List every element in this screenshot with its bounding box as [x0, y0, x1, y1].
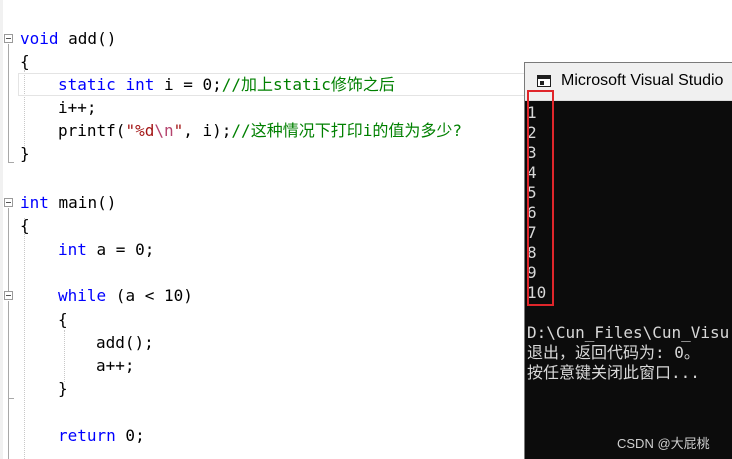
editor-gutter [0, 0, 3, 459]
printf-args: , i); [183, 121, 232, 140]
keyword-return: return [58, 426, 116, 445]
escape-sequence: \n [154, 121, 174, 140]
code-line-declaration-a: int a = 0; [58, 238, 154, 261]
keyword-int: int [125, 75, 155, 94]
keyword-int: int [20, 193, 49, 212]
string-literal-end: " [173, 121, 184, 140]
code-line-main-signature: int main() [20, 191, 116, 214]
code-line-while: while (a < 10) [58, 284, 193, 307]
code-line-call-add: add(); [96, 333, 154, 352]
console-exit-line: 退出，返回代码为: 0。 [527, 343, 700, 362]
function-printf: printf( [58, 121, 126, 140]
function-name-main: main() [48, 193, 117, 212]
string-literal: "%d [125, 121, 155, 140]
while-condition: (a < 10) [106, 286, 193, 305]
collapse-icon[interactable] [4, 34, 13, 43]
indent-guide [24, 218, 25, 459]
collapse-icon[interactable] [4, 291, 13, 300]
code-line-open-brace: { [20, 216, 30, 235]
fold-bracket-end [8, 162, 14, 163]
console-path-line: D:\Cun_Files\Cun_Visu [527, 323, 730, 342]
console-window[interactable]: Microsoft Visual Studio 1 2 3 4 5 6 7 8 … [524, 62, 732, 459]
code-assignment: a = 0; [86, 240, 155, 259]
fold-bracket-line [8, 208, 9, 291]
output-highlight-box [527, 90, 554, 306]
console-app-icon[interactable] [537, 75, 551, 87]
keyword-while: while [58, 286, 107, 305]
console-prompt-line: 按任意键关闭此窗口... [527, 363, 700, 382]
collapse-icon[interactable] [4, 198, 13, 207]
code-line-printf: printf("%d\n", i);//这种情况下打印i的值为多少? [58, 119, 462, 142]
keyword-static: static [58, 75, 116, 94]
code-line-open-brace: { [58, 310, 68, 329]
console-titlebar[interactable]: Microsoft Visual Studio [525, 63, 732, 101]
code-comment: //加上static修饰之后 [221, 75, 395, 94]
fold-bracket-line [8, 44, 9, 162]
code-line-static-declaration: static int i = 0;//加上static修饰之后 [58, 73, 395, 96]
code-line-function-signature: void add() [20, 27, 116, 50]
code-line-increment: i++; [58, 98, 97, 117]
code-comment: //这种情况下打印i的值为多少? [231, 121, 462, 140]
fold-bracket-line [8, 301, 9, 459]
keyword-void: void [20, 29, 59, 48]
return-value: 0; [115, 426, 145, 445]
console-title: Microsoft Visual Studio [561, 72, 724, 89]
fold-bracket-end [8, 398, 14, 399]
screenshot-root: void add() { static int i = 0;//加上static… [0, 0, 732, 459]
code-line-open-brace: { [20, 52, 30, 71]
code-line-close-brace: } [58, 379, 68, 398]
function-name-add: add() [58, 29, 117, 48]
indent-guide [64, 330, 65, 382]
code-line-close-brace: } [20, 144, 30, 163]
code-line-increment-a: a++; [96, 356, 135, 375]
code-assignment: i = 0; [154, 75, 222, 94]
code-line-return: return 0; [58, 424, 145, 447]
keyword-int: int [58, 240, 87, 259]
csdn-watermark: CSDN @大屁桃 [617, 436, 710, 451]
